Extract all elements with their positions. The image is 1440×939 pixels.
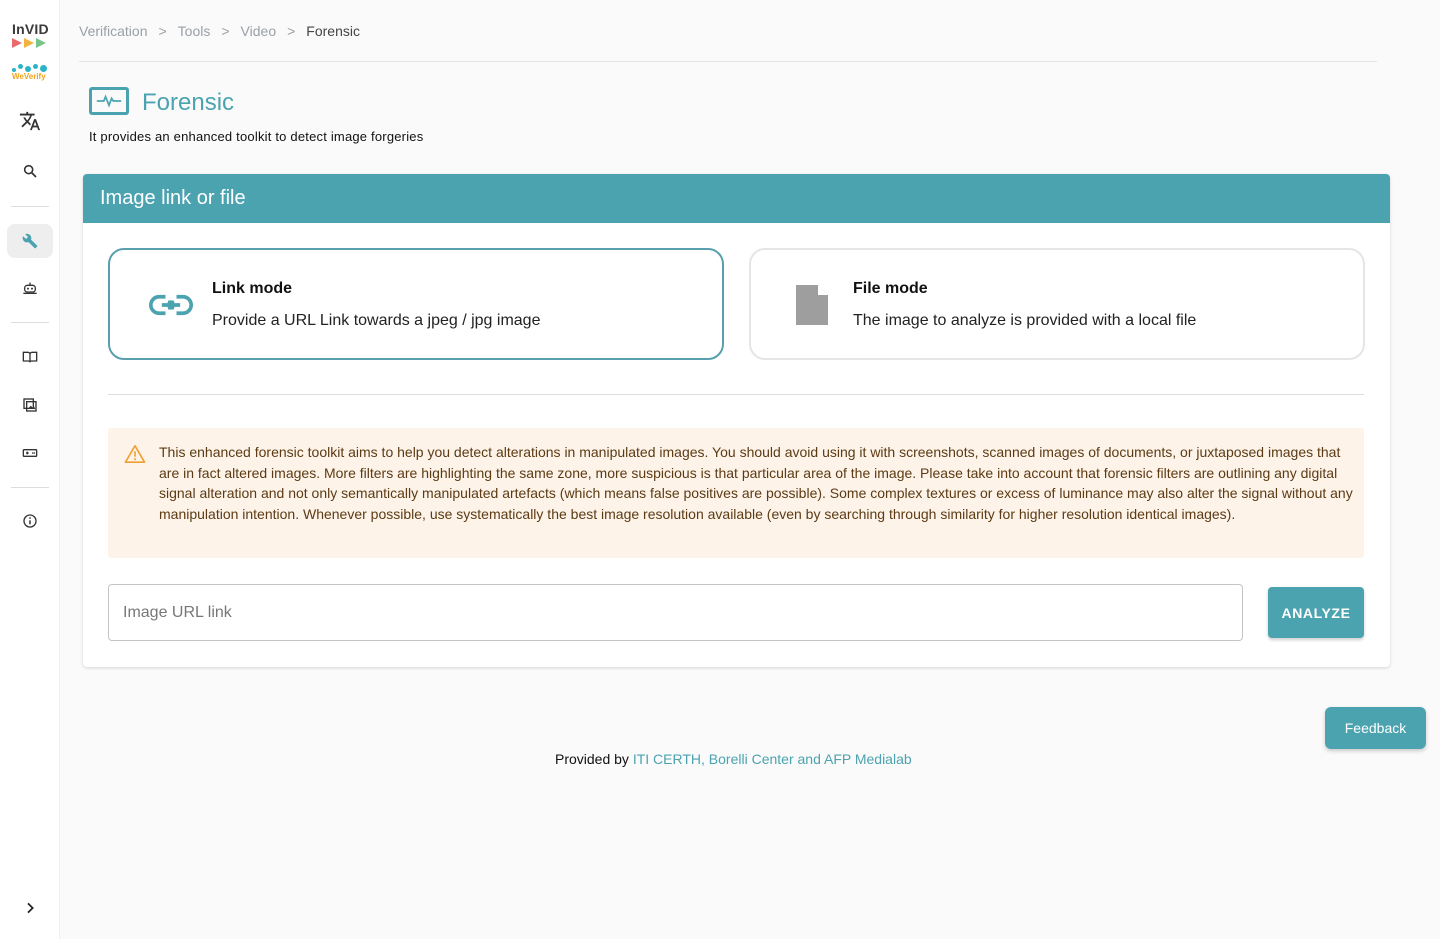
breadcrumb: Verification > Tools > Video > Forensic	[79, 23, 360, 39]
weverify-logo-text: WeVerify	[12, 72, 46, 81]
tools-button[interactable]	[7, 224, 53, 258]
wrench-icon	[22, 233, 38, 249]
warning-text: This enhanced forensic toolkit aims to h…	[159, 444, 1353, 522]
translate-button[interactable]	[7, 104, 53, 138]
footer: Provided by ITI CERTH, Borelli Center an…	[555, 750, 912, 772]
sidebar-divider	[11, 322, 49, 323]
search-icon	[23, 164, 37, 178]
page-subtitle: It provides an enhanced toolkit to detec…	[89, 129, 424, 144]
link-mode-description: Provide a URL Link towards a jpeg / jpg …	[212, 312, 541, 329]
file-icon	[789, 285, 835, 325]
image-url-input[interactable]	[108, 584, 1243, 641]
gallery-button[interactable]	[7, 388, 53, 422]
page-title: Forensic	[142, 89, 235, 116]
card-divider	[108, 394, 1364, 395]
link-mode-option[interactable]: Link mode Provide a URL Link towards a j…	[108, 248, 724, 360]
assistant-button[interactable]	[7, 271, 53, 305]
analyze-button[interactable]: ANALYZE	[1268, 587, 1364, 638]
card-title: Image link or file	[83, 174, 1390, 223]
sidebar-divider	[11, 206, 49, 207]
link-icon	[148, 285, 194, 325]
weverify-logo[interactable]: WeVerify	[12, 62, 52, 81]
file-mode-option[interactable]: File mode The image to analyze is provid…	[749, 248, 1365, 360]
book-icon	[22, 351, 38, 363]
chevron-right-icon	[27, 902, 34, 914]
warning-icon	[124, 445, 146, 463]
breadcrumb-video[interactable]: Video	[241, 23, 277, 39]
footer-prefix: Provided by	[555, 751, 629, 767]
info-icon	[23, 514, 37, 528]
warning-alert: This enhanced forensic toolkit aims to h…	[108, 428, 1364, 558]
file-mode-description: The image to analyze is provided with a …	[853, 312, 1197, 329]
game-ticket-icon	[22, 449, 38, 457]
file-mode-title: File mode	[853, 280, 928, 297]
invid-logo-triangles	[12, 38, 54, 48]
game-button[interactable]	[7, 436, 53, 470]
assistant-robot-icon	[23, 282, 37, 294]
invid-logo-text: InVID	[12, 21, 49, 37]
image-gallery-icon	[23, 398, 37, 412]
image-input-card: Image link or file Link mode Provide a U…	[83, 174, 1390, 667]
breadcrumb-current: Forensic	[306, 23, 360, 39]
link-mode-title: Link mode	[212, 280, 293, 297]
breadcrumb-separator: >	[221, 23, 230, 39]
expand-sidebar-button[interactable]	[7, 891, 53, 925]
forensic-monitor-icon	[89, 87, 129, 115]
about-button[interactable]	[7, 504, 53, 538]
header-divider	[79, 61, 1377, 62]
weverify-logo-dots	[12, 62, 52, 72]
feedback-button[interactable]: Feedback	[1325, 707, 1426, 749]
sidebar: InVID WeVerify	[0, 0, 60, 939]
breadcrumb-verification[interactable]: Verification	[79, 23, 147, 39]
breadcrumb-separator: >	[287, 23, 296, 39]
invid-logo[interactable]: InVID	[12, 22, 54, 48]
breadcrumb-separator: >	[158, 23, 167, 39]
footer-partners-link[interactable]: ITI CERTH, Borelli Center and AFP Medial…	[633, 751, 912, 767]
search-button[interactable]	[7, 154, 53, 188]
sidebar-divider	[11, 487, 49, 488]
translate-icon	[19, 111, 41, 131]
breadcrumb-tools[interactable]: Tools	[178, 23, 211, 39]
guide-button[interactable]	[7, 340, 53, 374]
